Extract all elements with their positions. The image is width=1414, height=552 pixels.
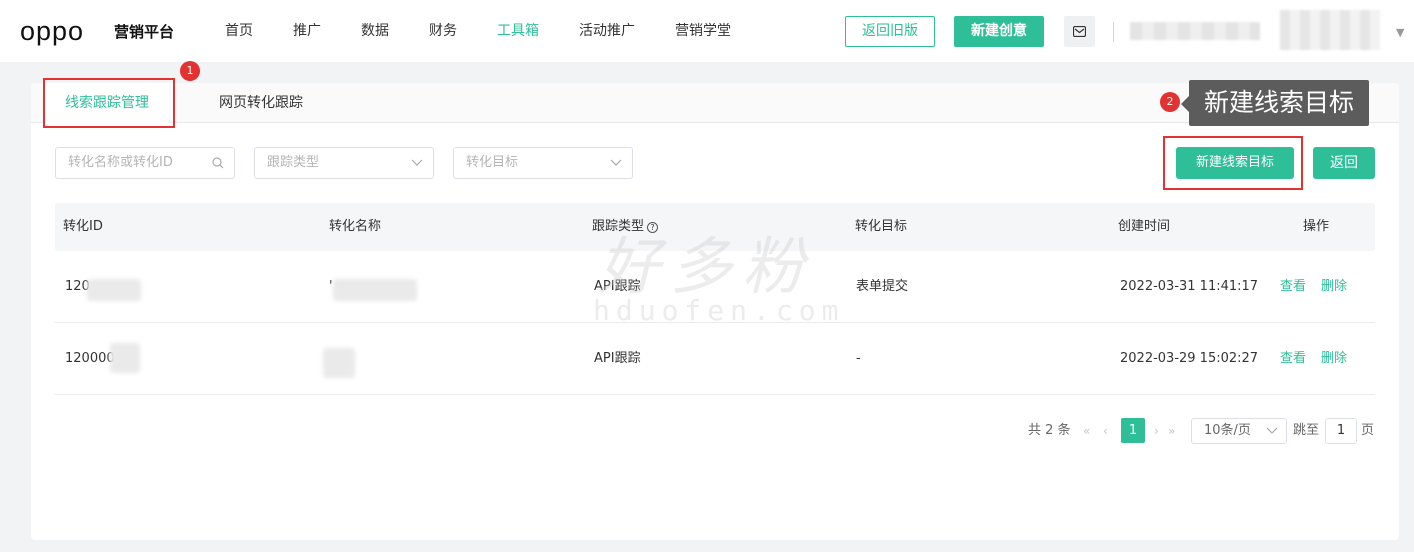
track-type-placeholder: 跟踪类型: [267, 155, 320, 170]
tooltip-arrow: [1181, 96, 1189, 112]
redacted-id: [87, 279, 141, 301]
cell-created: 2022-03-31 11:41:17: [1120, 279, 1259, 294]
cell-goal: 表单提交: [856, 279, 909, 294]
nav-academy[interactable]: 营销学堂: [675, 0, 731, 62]
main-nav: 首页 推广 数据 财务 工具箱 活动推广 营销学堂: [225, 0, 771, 62]
cell-type: API跟踪: [594, 279, 641, 294]
cell-created: 2022-03-29 15:02:27: [1120, 351, 1259, 366]
redacted-name: [333, 279, 417, 301]
tab-lead-tracking[interactable]: 线索跟踪管理: [45, 83, 169, 124]
chevron-down-icon: [610, 148, 622, 179]
step-badge-2: 2: [1160, 92, 1180, 112]
brand-title: 营销平台: [114, 23, 175, 41]
back-to-old-version-button[interactable]: 返回旧版: [845, 16, 935, 47]
back-button[interactable]: 返回: [1313, 147, 1375, 179]
nav-finance[interactable]: 财务: [429, 0, 457, 62]
page-size-value: 10条/页: [1204, 423, 1251, 438]
chevron-down-icon: [1266, 419, 1278, 444]
jump-label: 跳至: [1293, 423, 1320, 438]
new-lead-goal-button[interactable]: 新建线索目标: [1176, 147, 1294, 179]
view-link[interactable]: 查看: [1280, 251, 1306, 323]
cell-goal: -: [856, 351, 861, 366]
jump-page-input[interactable]: 1: [1325, 418, 1357, 444]
nav-campaign[interactable]: 活动推广: [579, 0, 635, 62]
table-header: 转化ID 转化名称 跟踪类型? 转化目标 创建时间 操作: [55, 203, 1375, 251]
redacted-name: [323, 348, 355, 378]
tab-web-conversion[interactable]: 网页转化跟踪: [199, 83, 323, 123]
search-placeholder: 转化名称或转化ID: [68, 155, 173, 170]
oppo-logo[interactable]: oppo: [20, 16, 84, 46]
page-size-select[interactable]: 10条/页: [1191, 418, 1287, 444]
redacted-id: [110, 343, 140, 373]
table-row: 120 ' API跟踪 表单提交 2022-03-31 11:41:17 查看 …: [55, 251, 1375, 323]
delete-link[interactable]: 删除: [1321, 251, 1347, 323]
top-navbar: oppo 营销平台 首页 推广 数据 财务 工具箱 活动推广 营销学堂 返回旧版…: [0, 0, 1414, 62]
chevron-down-icon: [411, 148, 423, 179]
cell-type: API跟踪: [594, 351, 641, 366]
table-row: 120000 API跟踪 - 2022-03-29 15:02:27 查看 删除: [55, 323, 1375, 395]
nav-toolbox[interactable]: 工具箱: [497, 0, 539, 62]
col-conversion-name: 转化名称: [329, 219, 382, 234]
col-created-time: 创建时间: [1118, 219, 1171, 234]
header-divider: [1113, 22, 1114, 42]
first-page-icon[interactable]: «: [1083, 418, 1090, 444]
new-creative-button[interactable]: 新建创意: [954, 16, 1044, 47]
last-page-icon[interactable]: »: [1168, 418, 1175, 444]
track-type-select[interactable]: 跟踪类型: [254, 147, 434, 179]
col-conversion-goal: 转化目标: [855, 219, 908, 234]
page-current[interactable]: 1: [1121, 418, 1145, 443]
conversion-goal-placeholder: 转化目标: [466, 155, 519, 170]
next-page-icon[interactable]: ›: [1154, 418, 1159, 444]
col-track-type-label: 跟踪类型: [592, 219, 645, 234]
page-suffix: 页: [1361, 423, 1375, 438]
avatar[interactable]: [1280, 10, 1380, 50]
col-conversion-id: 转化ID: [63, 219, 103, 234]
col-track-type: 跟踪类型?: [592, 203, 659, 251]
nav-data[interactable]: 数据: [361, 0, 389, 62]
search-icon: [212, 148, 224, 181]
account-info-redacted: [1130, 22, 1260, 40]
prev-page-icon[interactable]: ‹: [1103, 418, 1108, 444]
mail-button[interactable]: [1064, 16, 1095, 47]
cell-id: 120000: [65, 351, 115, 366]
nav-promotion[interactable]: 推广: [293, 0, 321, 62]
conversion-goal-select[interactable]: 转化目标: [453, 147, 633, 179]
delete-link[interactable]: 删除: [1321, 323, 1347, 395]
chevron-down-icon[interactable]: ▼: [1396, 26, 1404, 39]
nav-home[interactable]: 首页: [225, 0, 253, 62]
search-input[interactable]: 转化名称或转化ID: [55, 147, 235, 179]
step-badge-1: 1: [180, 61, 200, 81]
pagination-total: 共 2 条: [1028, 423, 1071, 438]
annotation-tooltip: 新建线索目标: [1189, 80, 1369, 126]
help-icon[interactable]: ?: [647, 222, 659, 233]
col-actions: 操作: [1303, 219, 1330, 234]
mail-icon: [1073, 26, 1086, 37]
view-link[interactable]: 查看: [1280, 323, 1306, 395]
